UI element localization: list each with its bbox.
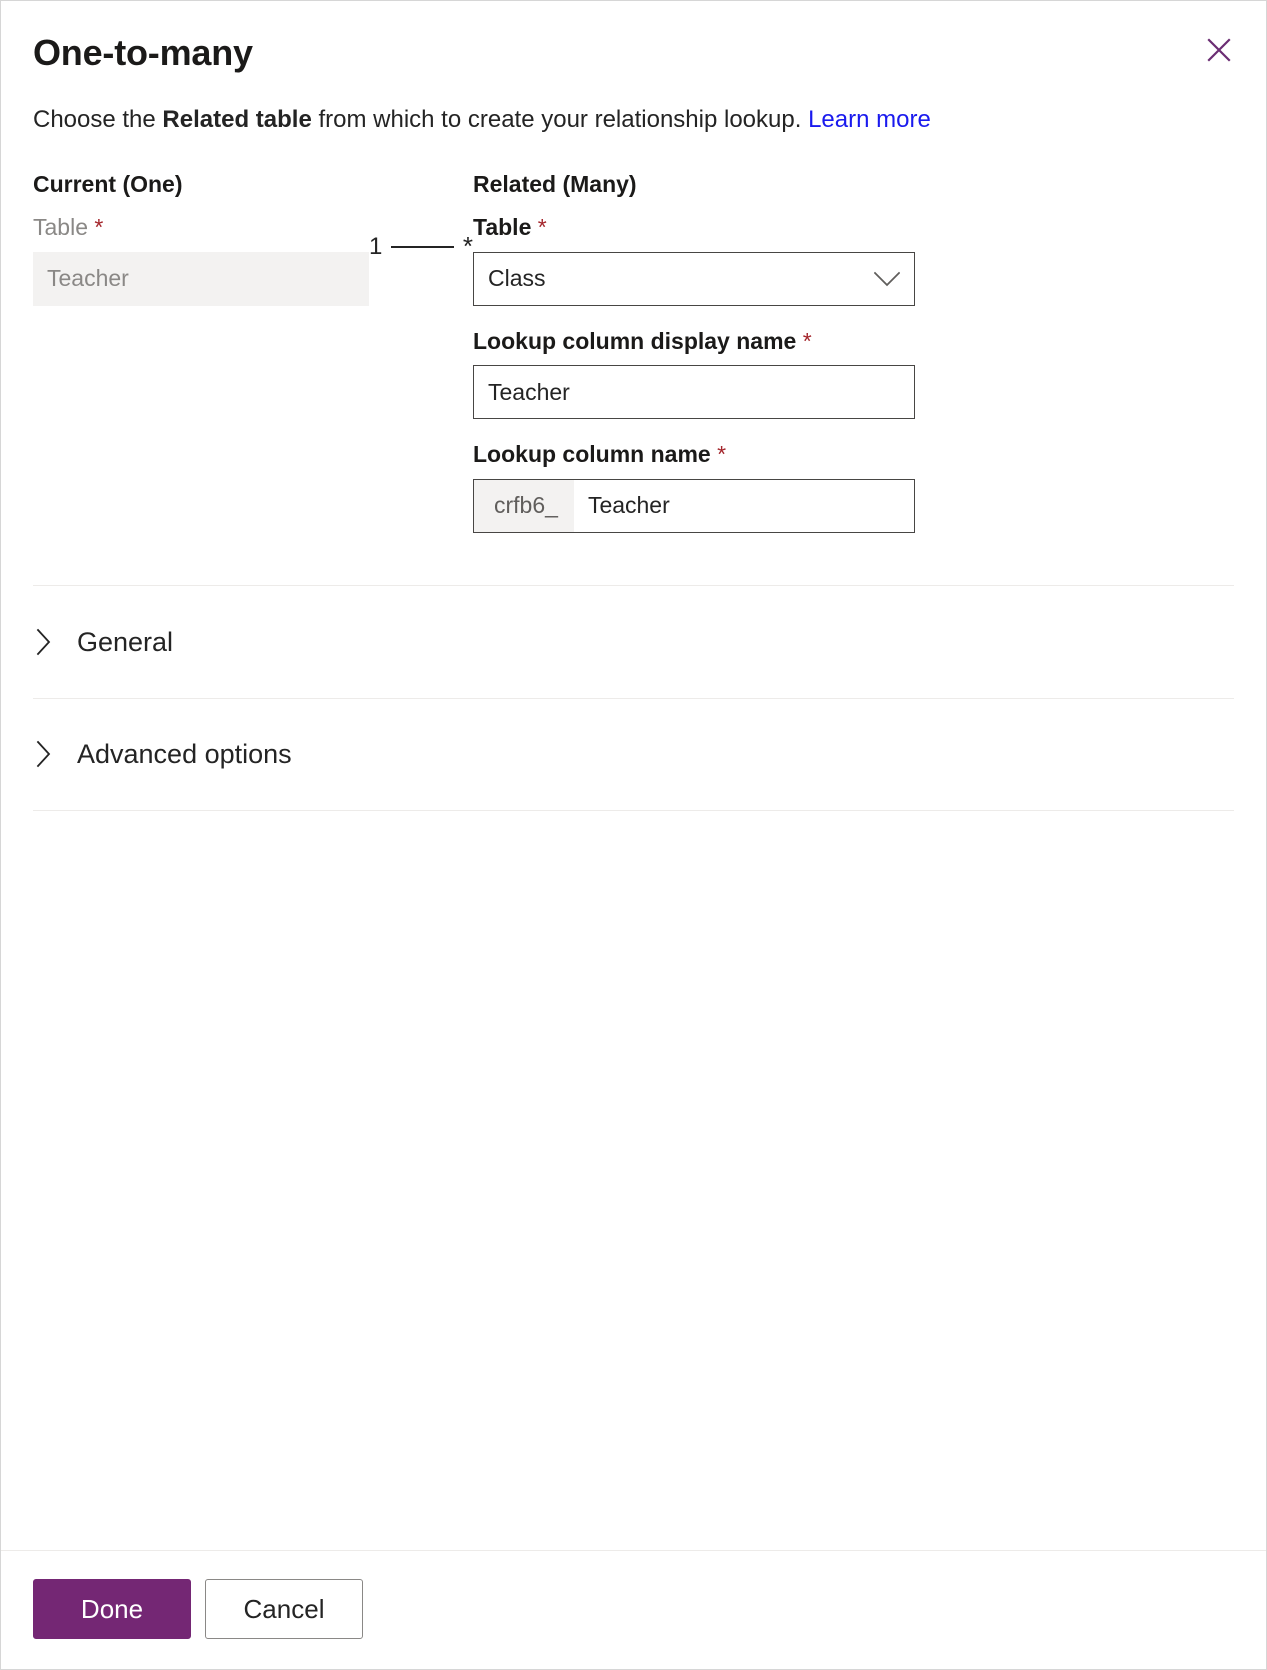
lookup-column-name-input[interactable]: crfb6_ Teacher — [473, 478, 915, 533]
close-button[interactable] — [1196, 27, 1242, 73]
cardinality-connector: 1 * — [369, 171, 473, 258]
current-table-value: Teacher — [47, 267, 129, 291]
section-advanced-options-label: Advanced options — [77, 739, 292, 770]
related-table-label-text: Table — [473, 214, 532, 241]
cardinality-many: * — [462, 230, 473, 261]
collapsible-sections: General Advanced options — [33, 584, 1234, 811]
dialog-body: Current (One) Table * Teacher 1 * Relate… — [1, 137, 1266, 1181]
required-asterisk: * — [717, 441, 727, 468]
intro-text-before: Choose the — [33, 106, 163, 134]
learn-more-link[interactable]: Learn more — [808, 106, 931, 133]
chevron-right-icon — [35, 627, 75, 657]
related-many-column: Related (Many) Table * Class Lookup colu… — [473, 171, 915, 533]
required-asterisk: * — [537, 214, 547, 241]
dialog-description: Choose the Related table from which to c… — [1, 74, 1266, 136]
intro-text-after: from which to create your relationship l… — [311, 106, 809, 134]
current-table-input: Teacher — [33, 251, 369, 306]
section-general-label: General — [77, 626, 174, 657]
lookup-column-name-label-text: Lookup column name — [473, 441, 711, 468]
done-button[interactable]: Done — [33, 1579, 191, 1640]
related-table-label: Table * — [473, 214, 915, 242]
relationship-columns: Current (One) Table * Teacher 1 * Relate… — [33, 137, 1234, 533]
page-title: One-to-many — [33, 32, 253, 73]
lookup-column-name-label: Lookup column name * — [473, 441, 915, 469]
lookup-column-name-prefix: crfb6_ — [474, 479, 574, 532]
dialog-header: One-to-many — [1, 1, 1266, 74]
current-one-column: Current (One) Table * Teacher — [33, 171, 369, 306]
one-to-many-dialog: One-to-many Choose the Related table fro… — [0, 0, 1267, 1670]
related-many-heading: Related (Many) — [473, 170, 637, 197]
chevron-right-icon — [35, 739, 75, 769]
current-one-heading: Current (One) — [33, 170, 183, 197]
lookup-display-name-label: Lookup column display name * — [473, 328, 915, 356]
lookup-display-name-label-text: Lookup column display name — [473, 327, 797, 354]
cardinality-one: 1 — [369, 232, 383, 260]
intro-emphasis: Related table — [162, 106, 312, 134]
related-table-dropdown[interactable]: Class — [473, 251, 915, 306]
related-table-value: Class — [488, 267, 546, 291]
cardinality-dash — [391, 245, 454, 248]
current-table-label-text: Table — [33, 214, 88, 241]
lookup-column-name-value[interactable]: Teacher — [574, 480, 914, 532]
lookup-display-name-input[interactable]: Teacher — [473, 365, 915, 420]
chevron-down-icon — [874, 271, 900, 287]
section-advanced-options[interactable]: Advanced options — [33, 697, 1234, 811]
close-icon — [1204, 35, 1234, 65]
cancel-button[interactable]: Cancel — [205, 1579, 363, 1640]
section-general[interactable]: General — [33, 584, 1234, 698]
current-table-label: Table * — [33, 214, 369, 242]
required-asterisk: * — [94, 214, 104, 241]
lookup-display-name-value: Teacher — [488, 380, 570, 404]
dialog-footer: Done Cancel — [1, 1550, 1266, 1669]
required-asterisk: * — [802, 327, 812, 354]
